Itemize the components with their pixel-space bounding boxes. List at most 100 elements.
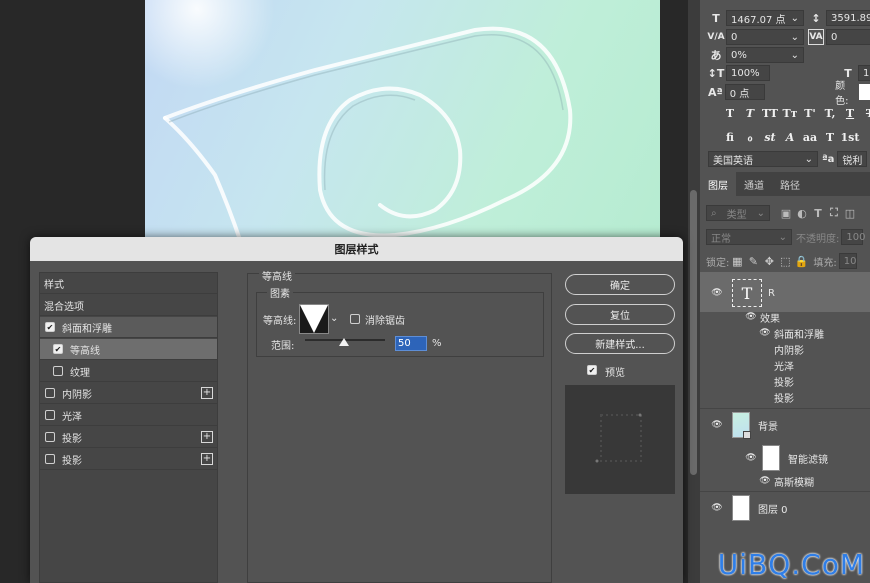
ligature-button[interactable]: fi: [720, 128, 740, 146]
eye-icon[interactable]: 👁: [758, 328, 772, 338]
fill-field[interactable]: 10: [838, 253, 857, 269]
effect-bevel-emboss[interactable]: 👁 斜面和浮雕: [700, 326, 870, 341]
layer-name: R: [768, 287, 775, 299]
language-value: 美国英语: [713, 155, 753, 167]
smart-object-filter-icon[interactable]: ◫: [842, 205, 858, 221]
font-size-row: T 1467.07 点 ⌄ ↕ 3591.89: [708, 9, 870, 27]
effect-drop-shadow-2[interactable]: 投影: [700, 390, 870, 405]
new-style-button[interactable]: 新建样式...: [565, 333, 675, 354]
tab-layers[interactable]: 图层: [700, 172, 736, 196]
layer-effects-row[interactable]: 👁 效果: [700, 310, 870, 325]
faux-bold-button[interactable]: T: [720, 104, 740, 122]
range-input[interactable]: 50: [395, 336, 427, 351]
add-effect-icon[interactable]: +: [201, 453, 213, 465]
range-slider-thumb[interactable]: [339, 338, 349, 346]
subscript-button[interactable]: T,: [820, 104, 840, 122]
contour-picker[interactable]: [299, 304, 329, 334]
reset-button[interactable]: 复位: [565, 304, 675, 325]
chevron-down-icon: ⌄: [778, 231, 787, 243]
baseline-field[interactable]: 0 点: [724, 84, 766, 100]
adjustment-filter-icon[interactable]: ◐: [794, 205, 810, 221]
filter-gaussian-blur[interactable]: 👁 高斯模糊: [700, 474, 870, 489]
lock-all-icon[interactable]: 🔒: [793, 253, 809, 269]
style-item-texture[interactable]: 纹理: [40, 361, 217, 382]
checkbox-unchecked-icon[interactable]: [53, 366, 63, 376]
kerning-icon: V/A: [707, 32, 725, 42]
eye-icon[interactable]: 👁: [744, 453, 758, 463]
chevron-down-icon[interactable]: ⌄: [330, 313, 338, 324]
eye-icon[interactable]: 👁: [710, 420, 724, 430]
checkbox-unchecked-icon[interactable]: [45, 432, 55, 442]
smart-filter-row[interactable]: 👁 智能滤镜: [700, 444, 870, 472]
layer-divider: [700, 491, 870, 492]
checkbox-unchecked-icon[interactable]: [45, 454, 55, 464]
anti-alias-select[interactable]: 锐利: [837, 151, 868, 167]
checkbox-checked-icon[interactable]: ✔: [53, 344, 63, 354]
anti-alias-value: 锐利: [842, 155, 863, 167]
ordinal-button[interactable]: T: [820, 128, 840, 146]
checkbox-checked-icon[interactable]: ✔: [45, 322, 55, 332]
chevron-down-icon: ⌄: [790, 49, 799, 61]
tracking-field[interactable]: 0: [826, 29, 870, 45]
layer-filter-select[interactable]: ⌕ 类型 ⌄: [706, 205, 770, 221]
opacity-field[interactable]: 100: [841, 229, 865, 245]
stylistic-alt-button[interactable]: A: [780, 128, 800, 146]
add-effect-icon[interactable]: +: [201, 387, 213, 399]
eye-icon[interactable]: 👁: [758, 476, 772, 486]
superscript-button[interactable]: T': [800, 104, 820, 122]
canvas-scrollbar-thumb[interactable]: [690, 190, 697, 475]
lock-position-icon[interactable]: ✥: [761, 253, 777, 269]
layer-background[interactable]: 👁 背景: [700, 410, 870, 440]
style-item-drop-shadow-2[interactable]: 投影 +: [40, 449, 217, 470]
leading-field[interactable]: 3591.89: [826, 10, 870, 26]
checkbox-unchecked-icon[interactable]: [45, 388, 55, 398]
faux-italic-button[interactable]: T: [740, 104, 760, 122]
style-item-inner-shadow[interactable]: 内阴影 +: [40, 383, 217, 404]
small-caps-button[interactable]: Tт: [780, 104, 800, 122]
ok-button[interactable]: 确定: [565, 274, 675, 295]
shape-filter-icon[interactable]: ⛶: [826, 205, 842, 221]
vertical-scale-field[interactable]: 100%: [726, 65, 770, 81]
style-item-satin[interactable]: 光泽: [40, 405, 217, 426]
all-caps-button[interactable]: TT: [760, 104, 780, 122]
font-size-field[interactable]: 1467.07 点 ⌄: [726, 10, 804, 26]
image-filter-icon[interactable]: ▣: [778, 205, 794, 221]
eye-icon[interactable]: 👁: [710, 288, 724, 298]
horizontal-scale-field[interactable]: 100: [858, 65, 870, 81]
effect-satin[interactable]: 光泽: [700, 358, 870, 373]
blend-mode-select[interactable]: 正常 ⌄: [706, 229, 792, 245]
kerning-field[interactable]: 0 ⌄: [726, 29, 804, 45]
swash-button[interactable]: st: [760, 128, 780, 146]
type-filter-icon[interactable]: T: [810, 205, 826, 221]
tab-paths[interactable]: 路径: [772, 172, 808, 196]
layer-0[interactable]: 👁 图层 0: [700, 494, 870, 522]
lock-artboard-icon[interactable]: ⬚: [777, 253, 793, 269]
checkbox-unchecked-icon[interactable]: [45, 410, 55, 420]
effect-name: 投影: [774, 393, 794, 405]
blend-options-item[interactable]: 混合选项: [40, 295, 217, 316]
eye-icon[interactable]: 👁: [744, 312, 758, 322]
strikethrough-button[interactable]: T: [860, 104, 870, 122]
style-item-drop-shadow-1[interactable]: 投影 +: [40, 427, 217, 448]
underline-button[interactable]: T: [840, 104, 860, 122]
language-select[interactable]: 美国英语 ⌄: [708, 151, 818, 167]
layer-text-r[interactable]: 👁 T R: [700, 278, 870, 308]
color-swatch[interactable]: [858, 84, 870, 100]
style-item-bevel-emboss[interactable]: ✔ 斜面和浮雕: [40, 317, 217, 338]
old-style-button[interactable]: ℴ: [740, 128, 760, 146]
style-item-contour[interactable]: ✔ 等高线: [40, 339, 217, 360]
effect-inner-shadow[interactable]: 内阴影: [700, 342, 870, 357]
titling-button[interactable]: aa: [800, 128, 820, 146]
add-effect-icon[interactable]: +: [201, 431, 213, 443]
effect-drop-shadow-1[interactable]: 投影: [700, 374, 870, 389]
eye-icon[interactable]: 👁: [710, 503, 724, 513]
lock-image-icon[interactable]: ✎: [745, 253, 761, 269]
tab-channels[interactable]: 通道: [736, 172, 772, 196]
fraction-button[interactable]: 1st: [840, 128, 860, 146]
lock-transparent-icon[interactable]: ▦: [729, 253, 745, 269]
tsume-field[interactable]: 0% ⌄: [726, 47, 804, 63]
preview-checkbox[interactable]: ✔: [587, 365, 597, 375]
smart-filter-label: 智能滤镜: [788, 454, 828, 466]
styles-header[interactable]: 样式: [40, 273, 217, 294]
anti-alias-checkbox[interactable]: [350, 314, 360, 324]
